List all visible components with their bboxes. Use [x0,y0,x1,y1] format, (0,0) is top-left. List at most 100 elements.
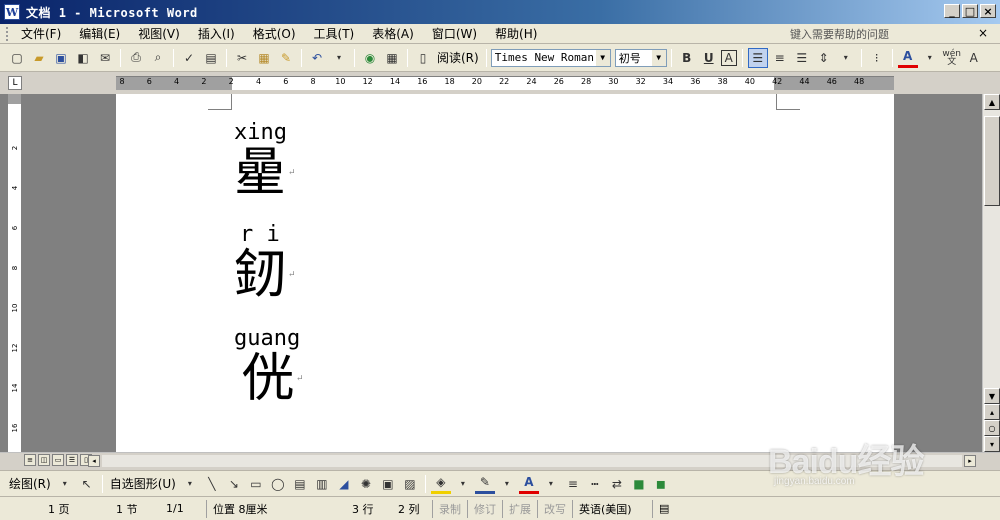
undo-icon[interactable]: ↶ [307,48,327,68]
line-style-icon[interactable]: ≡ [563,474,583,494]
numbering-icon[interactable]: ⁝ [867,48,887,68]
scroll-down-button[interactable]: ▼ [984,388,1000,404]
spelling-icon[interactable]: ✓ [179,48,199,68]
chevron-down-icon[interactable]: ▼ [651,49,666,66]
font-color-button[interactable]: A [897,48,918,68]
fill-color-icon[interactable]: ◈ [430,474,451,494]
wordart-icon[interactable]: ◢ [334,474,354,494]
spelling-status-icon[interactable]: ▤ [652,499,675,518]
horizontal-ruler[interactable]: 8 6 4 2 2 4 6 8 10 12 14 16 18 20 22 24 26 28 30 32 34 36 38 40… [116,76,894,90]
picture-icon[interactable]: ▨ [400,474,420,494]
underline-button[interactable]: U [699,48,719,68]
menu-edit[interactable]: 编辑(E) [70,25,129,43]
char-border-button[interactable]: A [720,49,737,66]
ruby-entry[interactable]: guang 侊 ↵ [234,326,304,407]
save-icon[interactable]: ▣ [51,48,71,68]
close-document-button[interactable]: × [978,26,988,40]
next-page-button[interactable]: ▾ [984,436,1000,452]
ruby-entry[interactable]: r i 釰 ↵ [234,222,296,303]
status-rec[interactable]: 录制 [432,499,467,518]
new-doc-icon[interactable]: ▢ [7,48,27,68]
tab-selector[interactable]: L [8,76,22,90]
vertical-textbox-icon[interactable]: ▥ [312,474,332,494]
scroll-thumb[interactable] [984,116,1000,206]
format-painter-icon[interactable]: ✎ [276,48,296,68]
vertical-ruler[interactable]: 2 4 6 8 10 12 14 16 [8,94,22,452]
close-button[interactable]: × [980,4,996,18]
status-language[interactable]: 英语(美国) [572,499,652,518]
read-mode-icon[interactable]: ▯ [413,48,433,68]
minimize-button[interactable]: _ [944,4,960,18]
arrow-style-icon[interactable]: ⇄ [607,474,627,494]
status-trk[interactable]: 修订 [467,499,502,518]
align-right-icon[interactable]: ☰ [792,48,812,68]
email-icon[interactable]: ✉ [95,48,115,68]
word-app-icon[interactable]: W [4,4,20,20]
outline-view-button[interactable]: ☰ [66,454,78,466]
font-name-select[interactable]: Times New Roman ▼ [490,48,611,67]
line-color-dropdown-icon[interactable]: ▾ [497,474,517,494]
status-ovr[interactable]: 改写 [537,499,572,518]
web-view-button[interactable]: ◫ [38,454,50,466]
clipart-icon[interactable]: ▣ [378,474,398,494]
draw-menu-button[interactable]: 绘图(R) [6,474,54,494]
menu-view[interactable]: 视图(V) [129,25,189,43]
scroll-up-button[interactable]: ▲ [984,94,1000,110]
document-page[interactable]: xing 曐 ↵ r i 釰 ↵ guang 侊 ↵ [116,94,894,452]
menu-file[interactable]: 文件(F) [12,25,70,43]
fill-dropdown-icon[interactable]: ▾ [453,474,473,494]
ruby-entry[interactable]: xing 曐 ↵ [234,120,296,201]
align-center-icon[interactable]: ≡ [770,48,790,68]
textbox-icon[interactable]: ▤ [290,474,310,494]
menu-format[interactable]: 格式(O) [244,25,305,43]
menu-tools[interactable]: 工具(T) [305,25,364,43]
draw-font-color-icon[interactable]: A [518,474,539,494]
rectangle-icon[interactable]: ▭ [246,474,266,494]
permission-icon[interactable]: ◧ [73,48,93,68]
help-question-box[interactable]: 键入需要帮助的问题 [790,26,950,42]
line-icon[interactable]: ╲ [202,474,222,494]
scroll-right-button[interactable]: ▸ [964,455,976,467]
horizontal-scrollbar[interactable] [102,455,962,467]
print-preview-icon[interactable]: ⌕ [148,48,168,68]
line-spacing-icon[interactable]: ⇕ [814,48,834,68]
chevron-down-icon[interactable]: ▼ [595,49,610,66]
bold-button[interactable]: B [677,48,697,68]
draw-dropdown-icon[interactable]: ▾ [55,474,75,494]
grow-font-button[interactable]: A [964,48,984,68]
shadow-style-icon[interactable]: ■ [629,474,649,494]
line-color-icon[interactable]: ✎ [474,474,495,494]
prev-page-button[interactable]: ▴ [984,404,1000,420]
font-color-dropdown-icon[interactable]: ▾ [920,48,940,68]
menu-help[interactable]: 帮助(H) [486,25,546,43]
paste-icon[interactable]: ▦ [254,48,274,68]
autoshapes-button[interactable]: 自选图形(U) [107,474,179,494]
font-size-select[interactable]: 初号 ▼ [614,48,667,67]
diagram-icon[interactable]: ✺ [356,474,376,494]
hyperlink-icon[interactable]: ◉ [360,48,380,68]
normal-view-button[interactable]: ≡ [24,454,36,466]
dash-style-icon[interactable]: ┅ [585,474,605,494]
table-icon[interactable]: ▦ [382,48,402,68]
maximize-button[interactable]: □ [962,4,978,18]
select-objects-icon[interactable]: ↖ [77,474,97,494]
arrow-icon[interactable]: ↘ [224,474,244,494]
menu-table[interactable]: 表格(A) [363,25,423,43]
research-icon[interactable]: ▤ [201,48,221,68]
cut-icon[interactable]: ✂ [232,48,252,68]
menu-insert[interactable]: 插入(I) [189,25,244,43]
browse-object-button[interactable]: ○ [984,420,1000,436]
oval-icon[interactable]: ◯ [268,474,288,494]
print-icon[interactable]: ⎙ [126,48,146,68]
autoshapes-dropdown-icon[interactable]: ▾ [180,474,200,494]
menu-window[interactable]: 窗口(W) [423,25,486,43]
open-folder-icon[interactable]: ▰ [29,48,49,68]
draw-font-color-dropdown-icon[interactable]: ▾ [541,474,561,494]
status-ext[interactable]: 扩展 [502,499,537,518]
phonetic-guide-button[interactable]: wén 文 [942,48,962,68]
line-spacing-dropdown-icon[interactable]: ▾ [836,48,856,68]
3d-style-icon[interactable]: ◼ [651,474,671,494]
vertical-scrollbar[interactable]: ▲ ▼ ▴ ○ ▾ [982,94,1000,452]
print-view-button[interactable]: ▭ [52,454,64,466]
undo-dropdown-icon[interactable]: ▾ [329,48,349,68]
